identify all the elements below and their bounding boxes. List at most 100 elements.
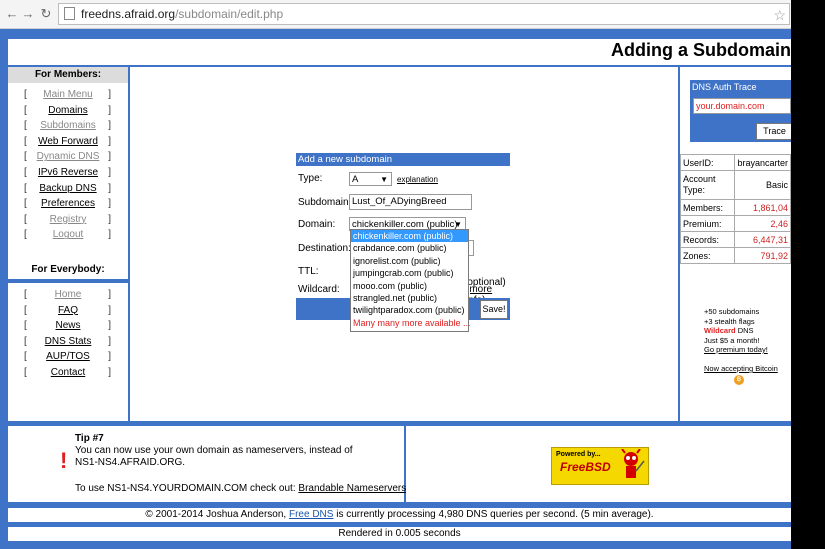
domains-link[interactable]: Domains [48,105,87,116]
tip-text-2-prefix: To use NS1-NS4.YOURDOMAIN.COM check out: [75,483,299,494]
url-path: /subdomain/edit.php [175,7,284,21]
tip-box: ! Tip #7 You can now use your own domain… [8,426,406,502]
stats-label: Records: [679,231,736,248]
aup-tos-link[interactable]: AUP/TOS [46,351,90,362]
free-dns-link[interactable]: Free DNS [289,509,333,520]
menu-item-faq: [FAQ] [24,304,111,316]
registry-link[interactable]: Registry [50,214,87,225]
dropdown-option-more[interactable]: Many many more available ... [351,317,471,329]
bitcoin-icon: ฿ [734,375,744,385]
home-link[interactable]: Home [55,289,82,300]
left-sidebar: For Members: [Main Menu] [Domains] [Subd… [8,67,128,421]
menu-item-preferences: [Preferences] [24,198,111,210]
subdomain-input[interactable]: Lust_Of_ADyingBreed [349,194,472,210]
go-premium-link[interactable]: Go premium today! [704,345,768,354]
footer-suffix: is currently processing 4,980 DNS querie… [333,509,654,520]
type-row: Type: A ▼ explanation [296,170,510,188]
menu-item-web-forward: [Web Forward] [24,135,111,147]
bitcoin-link[interactable]: Now accepting Bitcoin [704,364,778,373]
stats-value: 2,46 [734,215,791,232]
freebsd-text: FreeBSD [560,460,611,474]
wildcard-text: Wildcard [704,326,736,335]
ad-box: Powered by... FreeBSD [406,426,791,502]
menu-item-backup-dns: [Backup DNS] [24,182,111,194]
everybody-menu: [Home] [FAQ] [News] [DNS Stats] [AUP/TOS… [8,287,128,381]
explanation-link[interactable]: explanation [397,175,438,184]
stats-row: Zones: 791,92 [679,247,791,264]
dropdown-option[interactable]: jumpingcrab.com (public) [351,267,468,279]
premium-promo: +50 subdomains +3 stealth flags Wildcard… [704,307,768,355]
brandable-nameservers-link[interactable]: Brandable Nameservers [298,483,406,494]
dropdown-option[interactable]: crabdance.com (public) [351,242,468,254]
footer-prefix: © 2001-2014 Joshua Anderson, [145,509,289,520]
menu-item-ipv6-reverse: [IPv6 Reverse] [24,166,111,178]
ipv6-reverse-link[interactable]: IPv6 Reverse [38,167,98,178]
bookmark-star-icon[interactable]: ☆ [773,5,786,24]
stats-value: 791,92 [734,247,791,264]
right-sidebar: DNS Auth Trace your.domain.com Trace Use… [679,67,791,421]
destination-label: Destination: [298,243,351,254]
dns-stats-link[interactable]: DNS Stats [45,336,92,347]
type-label: Type: [298,173,323,184]
dropdown-option[interactable]: mooo.com (public) [351,280,468,292]
subdomains-link[interactable]: Subdomains [40,120,96,131]
page-header: Adding a Subdomain [8,39,791,65]
dynamic-dns-link[interactable]: Dynamic DNS [37,151,100,162]
trace-domain-input[interactable]: your.domain.com [693,98,791,114]
preferences-link[interactable]: Preferences [41,198,95,209]
type-select[interactable]: A ▼ [349,172,392,186]
add-subdomain-form: Add a new subdomain Type: A ▼ explanatio… [296,153,510,320]
dropdown-option[interactable]: ignorelist.com (public) [351,255,468,267]
stats-value: Basic [734,170,791,200]
contact-link[interactable]: Contact [51,367,85,378]
stats-label: Members: [679,199,736,216]
dropdown-option[interactable]: twilightparadox.com (public) [351,304,468,316]
everybody-heading: For Everybody: [8,261,128,283]
chevron-down-icon: ▼ [380,175,388,184]
stats-value: 1,861,04 [734,199,791,216]
stats-row: Premium: 2,46 [679,215,791,232]
faq-link[interactable]: FAQ [58,305,78,316]
page: Adding a Subdomain For Members: [Main Me… [0,29,791,549]
subdomain-label: Subdomain: [298,197,352,208]
members-menu: [Main Menu] [Domains] [Subdomains] [Web … [8,87,128,243]
dns-auth-trace: DNS Auth Trace your.domain.com Trace [690,80,791,142]
address-bar[interactable]: freedns.afraid.org/subdomain/edit.php ☆ [58,3,790,25]
freebsd-banner[interactable]: Powered by... FreeBSD [551,447,649,485]
page-title: Adding a Subdomain [611,40,791,60]
menu-item-logout: [Logout] [24,229,111,241]
domain-dropdown-list: chickenkiller.com (public) crabdance.com… [350,229,471,332]
menu-item-domains: [Domains] [24,104,111,116]
wildcard-label: Wildcard: [298,284,340,295]
back-arrow-icon[interactable]: ← [4,5,20,23]
dropdown-option[interactable]: chickenkiller.com (public) [351,230,468,243]
news-link[interactable]: News [55,320,80,331]
dropdown-option[interactable]: strangled.net (public) [351,292,468,304]
tip-text: You can now use your own domain as names… [75,445,353,468]
menu-item-aup-tos: [AUP/TOS] [24,351,111,363]
type-select-value: A [352,174,359,185]
footer-rendered: Rendered in 0.005 seconds [8,527,791,541]
backup-dns-link[interactable]: Backup DNS [39,183,96,194]
main-menu-link[interactable]: Main Menu [43,89,92,100]
stats-label: Account Type: [679,170,736,200]
stats-row: UserID: brayancarter [679,154,791,171]
reload-icon[interactable]: ↻ [38,5,54,23]
logout-link[interactable]: Logout [53,229,84,240]
stats-label: Premium: [679,215,736,232]
web-forward-link[interactable]: Web Forward [38,136,98,147]
ttl-label: TTL: [298,266,319,277]
url-host: freedns.afraid.org [81,7,176,21]
forward-arrow-icon[interactable]: → [20,5,36,23]
save-button[interactable]: Save! [480,300,508,319]
trace-button[interactable]: Trace [756,123,791,140]
stats-row: Members: 1,861,04 [679,199,791,216]
stats-label: UserID: [679,154,736,171]
menu-item-news: [News] [24,320,111,332]
stats-value: 6,447,31 [734,231,791,248]
stats-row: Account Type: Basic [679,170,791,200]
promo-line: +3 stealth flags [704,316,755,326]
subdomain-row: Subdomain: Lust_Of_ADyingBreed [296,193,510,211]
dns-trace-heading: DNS Auth Trace [692,82,757,92]
powered-by-text: Powered by... [556,451,601,458]
